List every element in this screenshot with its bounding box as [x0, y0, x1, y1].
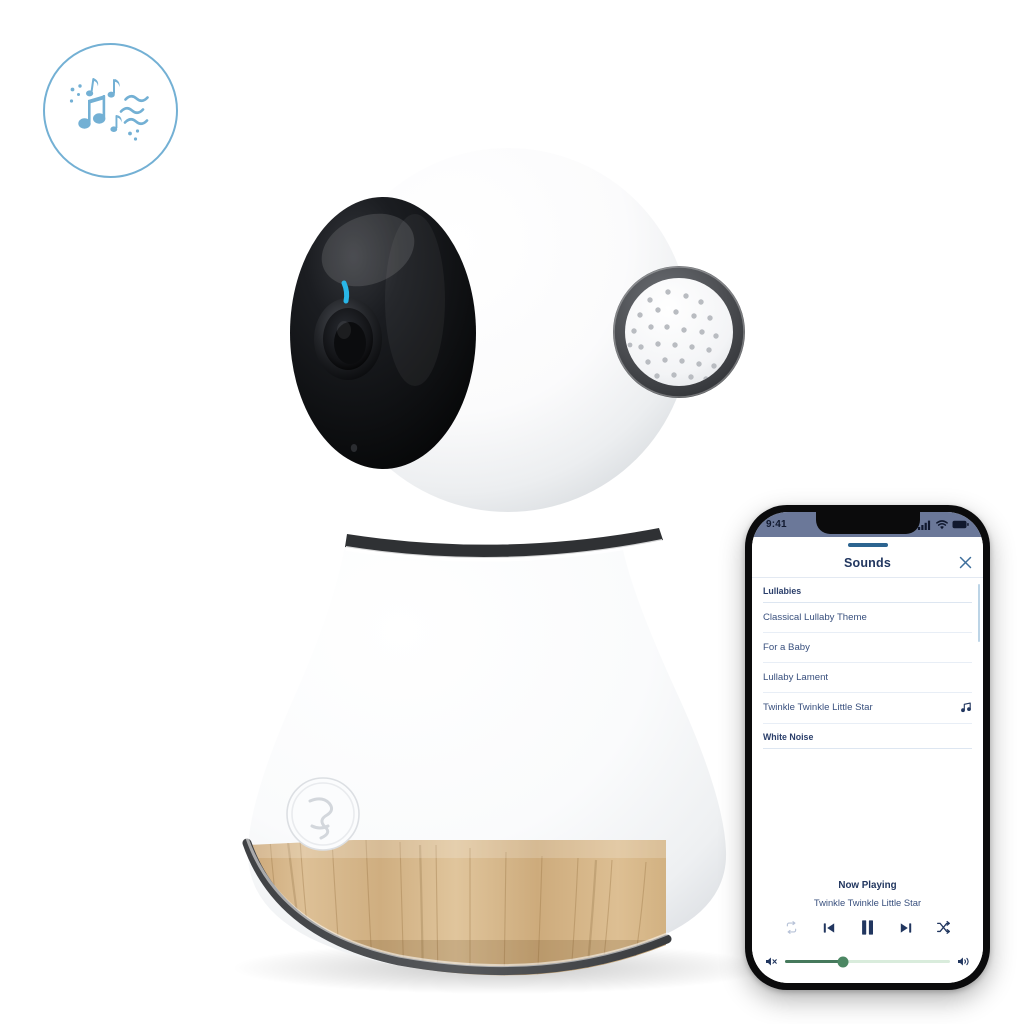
volume-up-icon	[958, 957, 969, 966]
music-note-icon	[960, 702, 972, 714]
sheet-grabber-area	[752, 537, 983, 549]
sounds-list[interactable]: Lullabies Classical Lullaby Theme For a …	[752, 578, 983, 867]
close-button[interactable]	[957, 555, 973, 571]
speaker-grille	[613, 266, 745, 398]
volume-up-button[interactable]	[957, 956, 970, 967]
sheet-drag-handle[interactable]	[847, 543, 888, 547]
camera-lens	[314, 298, 382, 380]
pause-button[interactable]	[859, 919, 876, 936]
list-item[interactable]: For a Baby	[763, 633, 972, 663]
status-bar: 9:41	[752, 512, 983, 537]
phone-screen: 9:41 Sounds Lullabies Classical Lullaby …	[752, 512, 983, 983]
volume-slider-knob[interactable]	[837, 956, 849, 967]
next-button[interactable]	[899, 921, 913, 935]
volume-mute-icon	[766, 957, 777, 966]
next-track-icon	[900, 922, 912, 933]
close-icon	[959, 556, 971, 569]
now-playing-title: Now Playing	[838, 880, 897, 891]
volume-slider[interactable]	[785, 956, 950, 967]
wifi-icon	[936, 519, 948, 529]
list-item-label: For a Baby	[763, 641, 810, 653]
previous-track-icon	[823, 922, 835, 933]
device-button	[286, 777, 360, 851]
list-item[interactable]: Lullaby Lament	[763, 663, 972, 693]
shuffle-icon	[937, 920, 950, 934]
list-item-label: Classical Lullaby Theme	[763, 611, 867, 623]
page-title: Sounds	[843, 555, 892, 570]
volume-control	[752, 942, 983, 983]
list-item-label: Lullaby Lament	[763, 671, 829, 683]
sheet-header: Sounds	[752, 549, 983, 578]
scene: 9:41 Sounds Lullabies Classical Lullaby …	[0, 0, 1024, 1024]
repeat-icon	[786, 921, 797, 934]
list-item[interactable]: Twinkle Twinkle Little Star	[763, 693, 972, 724]
now-playing-track: Twinkle Twinkle Little Star	[813, 897, 922, 908]
shuffle-button[interactable]	[936, 920, 951, 935]
now-playing-panel: Now Playing Twinkle Twinkle Little Star	[752, 866, 983, 942]
phone-notch	[815, 512, 920, 534]
microphone-pinhole	[350, 444, 358, 452]
volume-mute-button[interactable]	[765, 956, 778, 967]
list-scrollbar[interactable]	[977, 583, 980, 642]
list-item-label: Twinkle Twinkle Little Star	[763, 702, 873, 713]
section-header-lullabies: Lullabies	[763, 578, 972, 603]
pause-icon	[862, 920, 873, 935]
status-indicators	[918, 519, 969, 530]
list-item[interactable]: Classical Lullaby Theme	[763, 603, 972, 633]
section-header-white-noise: White Noise	[763, 724, 972, 749]
repeat-button[interactable]	[784, 920, 799, 935]
sounds-sheet: Sounds Lullabies Classical Lullaby Theme	[752, 537, 983, 983]
volume-slider-fill	[785, 960, 843, 963]
status-led-icon	[341, 280, 350, 304]
status-time: 9:41	[766, 519, 787, 530]
smartphone-mockup: 9:41 Sounds Lullabies Classical Lullaby …	[745, 505, 990, 990]
signal-bars-icon	[918, 520, 931, 530]
previous-button[interactable]	[822, 921, 836, 935]
playback-controls	[764, 908, 971, 936]
battery-icon	[952, 520, 969, 529]
